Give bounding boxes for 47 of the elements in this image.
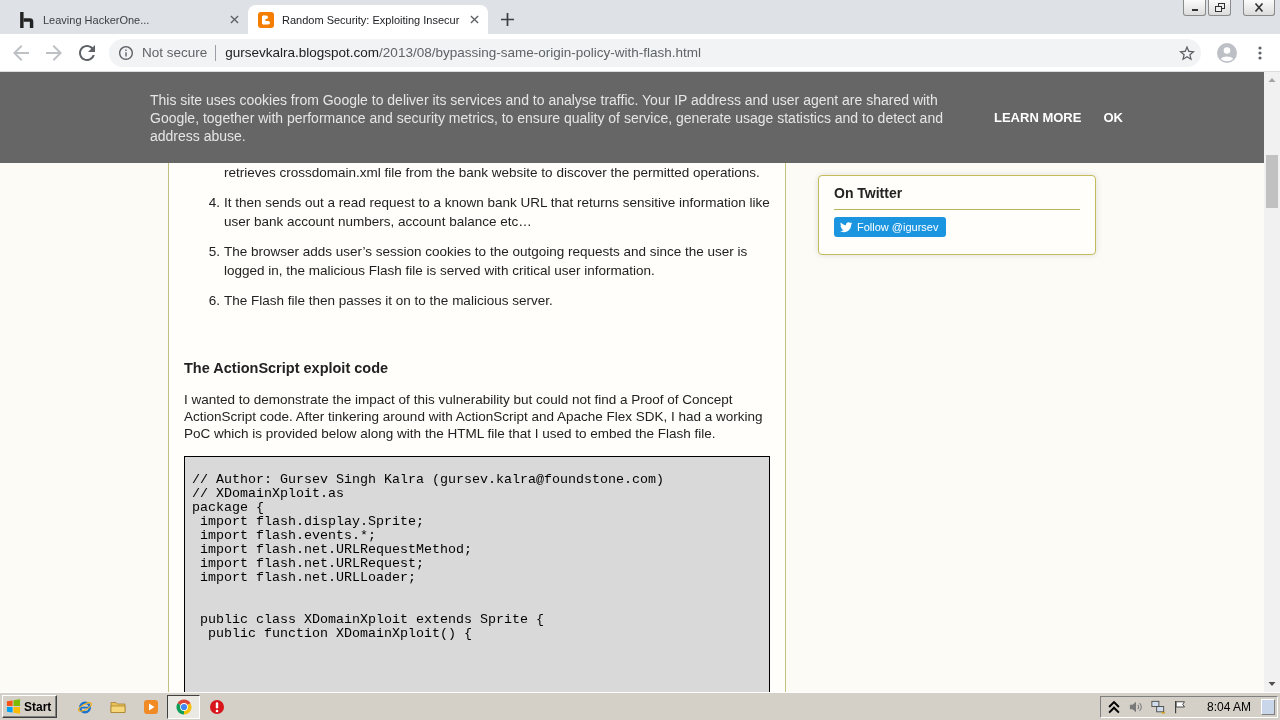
browser-tab[interactable]: Leaving HackerOne... xyxy=(8,5,248,34)
cookie-notice-text: This site uses cookies from Google to deliver its services and to analyse traffic. Your IP address and user agent are shared with Google, together with performance and security metrics, to ensure quality of service, generate usage statistics and to detect and address abuse. xyxy=(150,90,944,145)
browser-tab[interactable]: Random Security: Exploiting Insecur xyxy=(248,5,488,34)
restore-icon xyxy=(1214,3,1225,12)
cookie-action-button[interactable]: OK xyxy=(1103,110,1123,125)
list-number: 5. xyxy=(207,243,220,261)
paragraph: I wanted to demonstrate the impact of this vulnerability but could not find a Proof of Concept ActionScript code. After tinkering around with ActionScript and Apache Flex SDK, I had a working PoC which is provided below along with the HTML file that I used to embed the Flash file. xyxy=(184,391,764,442)
info-icon[interactable] xyxy=(119,45,133,60)
list-item-text: The browser adds user’s session cookies to the outgoing requests and since the user is logged in, the malicious Flash file is served with critical user information. xyxy=(224,243,749,280)
b-logo-icon xyxy=(258,11,274,28)
list-number: 4. xyxy=(207,194,220,212)
star-icon[interactable] xyxy=(1179,44,1195,61)
security-label[interactable]: Not secure xyxy=(142,44,217,61)
plus-icon[interactable] xyxy=(501,13,514,26)
list-item-text: It then sends out a read request to a known bank URL that returns sensitive information like user bank account numbers, account balance etc… xyxy=(224,194,770,231)
menu-icon[interactable] xyxy=(1258,45,1262,60)
bird-icon xyxy=(840,221,853,233)
list-item-text: The Flash file then passes it on to the malicious server. xyxy=(224,292,554,310)
restore-button[interactable] xyxy=(1208,0,1231,16)
scrollbar-thumb[interactable] xyxy=(1266,155,1278,208)
reload-icon[interactable] xyxy=(79,44,95,61)
flag-logo-icon xyxy=(6,699,21,714)
network-icon[interactable] xyxy=(1150,699,1165,714)
show-desktop-button[interactable] xyxy=(1261,698,1275,715)
widget-title: On Twitter xyxy=(834,184,1080,210)
url-text[interactable]: gursevkalra.blogspot.com/2013/08/bypassing-same-origin-policy-with-flash.html xyxy=(225,45,701,60)
section-heading: The ActionScript exploit code xyxy=(184,359,390,378)
close-icon[interactable] xyxy=(230,15,239,24)
speaker-icon[interactable] xyxy=(1128,699,1143,714)
close-icon xyxy=(1254,3,1264,12)
code-block: // Author: Gursev Singh Kalra (gursev.kalra@foundstone.com) // XDomainXploit.as package { import flash.display.Sprite; import flash.events.*; import flash.net.URLRequestMethod; import flash.net.URLRequest; import flash.net.URLLoader; public class XDomainXploit extends Sprite { public function XDomainXploit() { xyxy=(184,456,770,692)
flag-icon[interactable] xyxy=(1172,699,1187,714)
start-button[interactable]: Start xyxy=(2,695,58,718)
chevron-up-icon[interactable] xyxy=(1106,699,1121,714)
exclamation-circle-icon xyxy=(208,698,225,715)
taskbar-button[interactable] xyxy=(167,694,201,719)
list-number: 6. xyxy=(207,292,220,310)
h-logo-icon xyxy=(19,11,35,28)
close-icon[interactable] xyxy=(470,15,479,24)
minimize-button[interactable] xyxy=(1183,0,1206,16)
browser-logo-icon xyxy=(175,698,192,715)
taskbar-clock: 8:04 AM xyxy=(1206,699,1251,714)
address-bar[interactable]: Not secure gursevkalra.blogspot.com/2013/08/bypassing-same-origin-policy-with-flash.html xyxy=(109,38,1201,67)
cookie-action-button[interactable]: LEARN MORE xyxy=(994,110,1082,125)
list-item-text: retrieves crossdomain.xml file from the bank website to discover the permitted operations. xyxy=(224,164,761,182)
play-tile-icon xyxy=(142,698,159,715)
close-button[interactable] xyxy=(1243,0,1275,16)
